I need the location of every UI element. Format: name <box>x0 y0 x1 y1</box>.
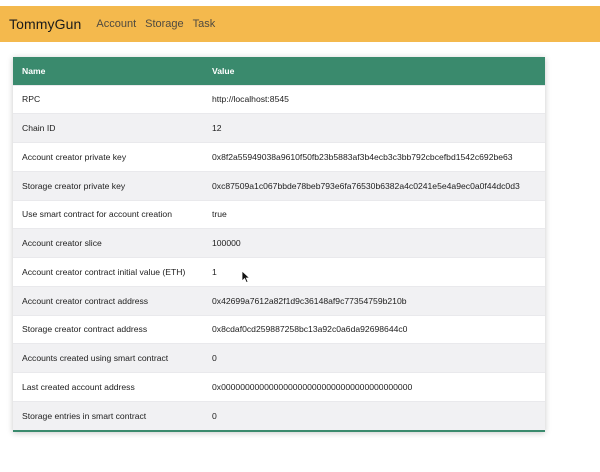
table-row: Storage creator contract address 0x8cdaf… <box>13 314 545 344</box>
row-name: Last created account address <box>13 372 203 402</box>
mouse-cursor-icon <box>241 270 251 284</box>
table-row: Account creator slice 100000 <box>13 228 545 258</box>
row-value: 0 <box>203 343 545 373</box>
config-table-card: Name Value RPC http://localhost:8545 Cha… <box>13 57 545 432</box>
row-name: RPC <box>13 84 203 114</box>
table-row: Last created account address 0x000000000… <box>13 372 545 402</box>
nav-link-storage[interactable]: Storage <box>145 18 184 30</box>
table-header-row: Name Value <box>13 57 545 85</box>
row-value: 0x8f2a55949038a9610f50fb23b5883af3b4ecb3… <box>203 142 545 172</box>
row-name: Storage creator contract address <box>13 314 203 344</box>
nav-link-account[interactable]: Account <box>96 18 136 30</box>
table-row: Storage entries in smart contract 0 <box>13 400 545 430</box>
row-value: http://localhost:8545 <box>203 84 545 114</box>
table-row: RPC http://localhost:8545 <box>13 84 545 114</box>
row-value: 12 <box>203 113 545 143</box>
row-name: Account creator contract address <box>13 285 203 315</box>
row-value: 0x00000000000000000000000000000000000000… <box>203 372 545 402</box>
table-row: Account creator contract address 0x42699… <box>13 285 545 315</box>
table-row: Account creator private key 0x8f2a559490… <box>13 142 545 172</box>
row-name: Account creator slice <box>13 228 203 258</box>
config-table: Name Value RPC http://localhost:8545 Cha… <box>13 57 545 430</box>
top-navbar: TommyGun Account Storage Task <box>0 6 600 42</box>
row-name: Account creator private key <box>13 142 203 172</box>
row-name: Account creator contract initial value (… <box>13 257 203 287</box>
row-name: Storage entries in smart contract <box>13 400 203 430</box>
column-header-name: Name <box>22 65 46 76</box>
brand-logo[interactable]: TommyGun <box>9 16 81 32</box>
row-name: Chain ID <box>13 113 203 143</box>
table-row: Chain ID 12 <box>13 113 545 143</box>
row-name: Storage creator private key <box>13 170 203 200</box>
row-value: 0xc87509a1c067bbde78beb793e6fa76530b6382… <box>203 170 545 200</box>
row-name: Accounts created using smart contract <box>13 343 203 373</box>
table-row: Use smart contract for account creation … <box>13 199 545 229</box>
row-value: 1 <box>203 257 545 287</box>
row-name: Use smart contract for account creation <box>13 199 203 229</box>
table-row: Accounts created using smart contract 0 <box>13 343 545 373</box>
row-value: 0 <box>203 400 545 430</box>
table-row: Storage creator private key 0xc87509a1c0… <box>13 170 545 200</box>
row-value: 0x8cdaf0cd259887258bc13a92c0a6da92698644… <box>203 314 545 344</box>
row-value: 100000 <box>203 228 545 258</box>
column-header-value: Value <box>212 65 235 76</box>
table-row: Account creator contract initial value (… <box>13 257 545 287</box>
nav-link-task[interactable]: Task <box>193 18 216 30</box>
row-value: true <box>203 199 545 229</box>
row-value: 0x42699a7612a82f1d9c36148af9c77354759b21… <box>203 285 545 315</box>
